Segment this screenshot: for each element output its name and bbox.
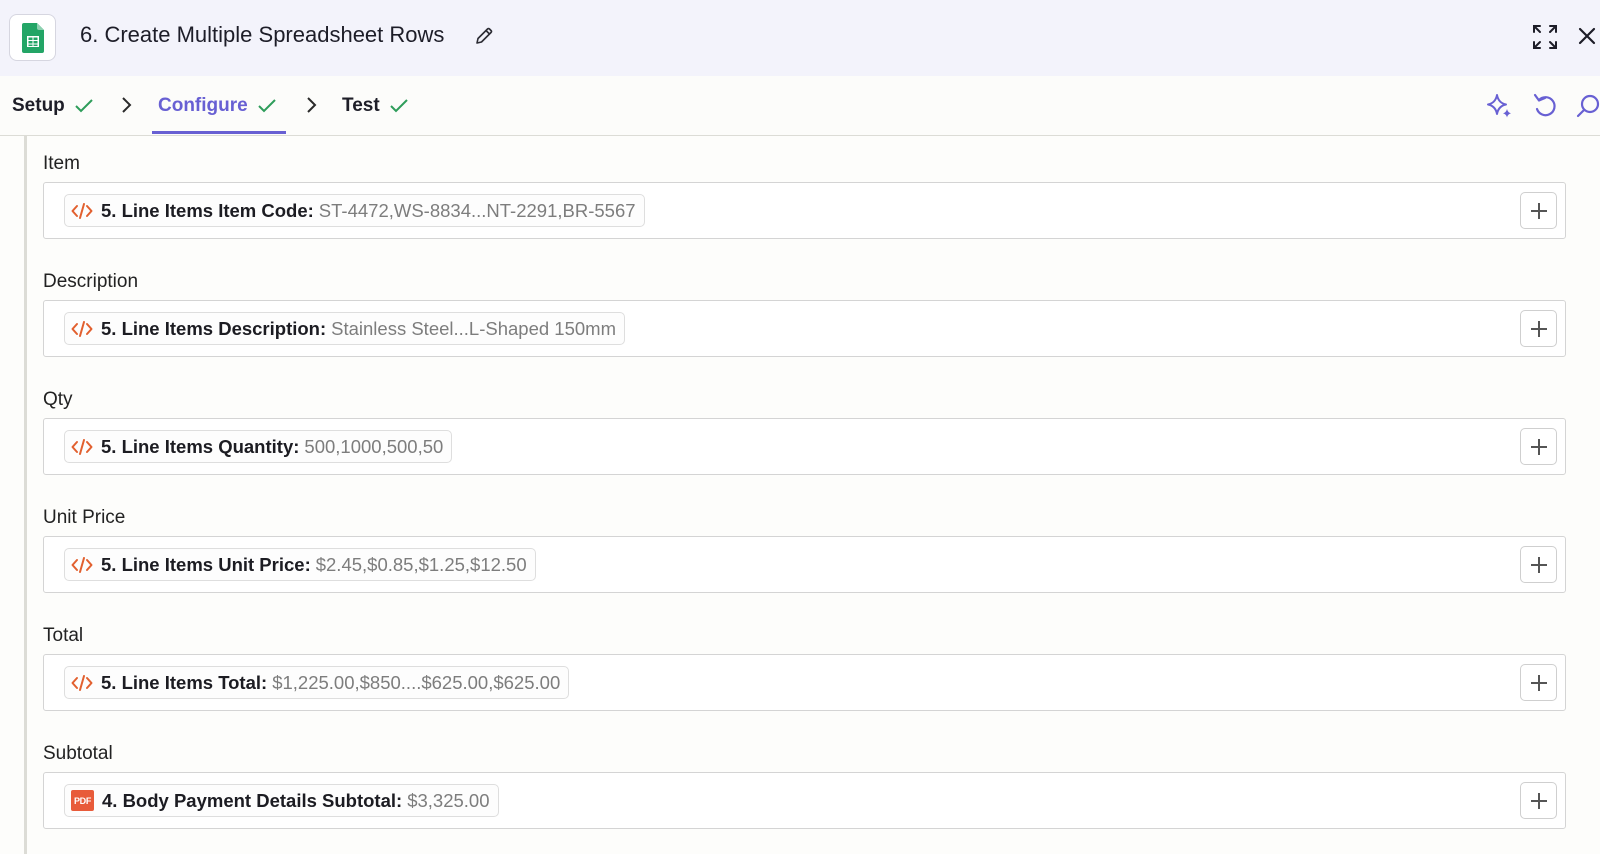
tab-label: Configure xyxy=(158,95,248,116)
field-label-qty: Qty xyxy=(43,389,73,410)
code-icon xyxy=(71,202,93,220)
mapped-value-pill[interactable]: PDF 4. Body Payment Details Subtotal: $3… xyxy=(64,784,499,817)
mapped-value-pill[interactable]: 5. Line Items Unit Price: $2.45,$0.85,$1… xyxy=(64,548,536,581)
plus-icon xyxy=(1530,202,1547,219)
pill-value: $2.45,$0.85,$1.25,$12.50 xyxy=(315,553,527,575)
pill-key: 5. Line Items Quantity: xyxy=(101,435,300,457)
tab-label: Test xyxy=(342,95,380,116)
pill-value: Stainless Steel...L-Shaped 150mm xyxy=(331,317,616,339)
tab-configure[interactable]: Configure xyxy=(158,95,276,117)
pill-key: 5. Line Items Total: xyxy=(101,671,268,693)
plus-icon xyxy=(1530,320,1547,337)
plus-icon xyxy=(1530,792,1547,809)
code-icon xyxy=(71,438,93,456)
mapped-value-pill[interactable]: 5. Line Items Item Code: ST-4472,WS-8834… xyxy=(64,194,645,227)
pill-value: $3,325.00 xyxy=(407,789,490,811)
pill-value: $1,225.00,$850....$625.00,$625.00 xyxy=(272,671,561,693)
pill-value: ST-4472,WS-8834...NT-2291,BR-5567 xyxy=(318,199,636,221)
pdf-icon: PDF xyxy=(71,790,94,811)
mapped-value-pill[interactable]: 5. Line Items Description: Stainless Ste… xyxy=(64,312,625,345)
pdf-badge-label: PDF xyxy=(71,790,94,811)
add-button[interactable] xyxy=(1520,546,1557,583)
field-label-item: Item xyxy=(43,153,80,174)
step-rail xyxy=(24,136,27,854)
pill-key: 4. Body Payment Details Subtotal: xyxy=(102,789,403,811)
plus-icon xyxy=(1530,438,1547,455)
add-button[interactable] xyxy=(1520,782,1557,819)
plus-icon xyxy=(1530,556,1547,573)
check-icon xyxy=(258,99,276,113)
tab-setup[interactable]: Setup xyxy=(12,95,93,117)
close-icon[interactable] xyxy=(1578,27,1596,45)
field-input-qty[interactable]: 5. Line Items Quantity: 500,1000,500,50 xyxy=(43,418,1566,475)
add-button[interactable] xyxy=(1520,310,1557,347)
code-icon xyxy=(71,674,93,692)
search-icon[interactable] xyxy=(1576,92,1600,120)
plus-icon xyxy=(1530,674,1547,691)
field-input-unit-price[interactable]: 5. Line Items Unit Price: $2.45,$0.85,$1… xyxy=(43,536,1566,593)
code-icon xyxy=(71,320,93,338)
chevron-right-icon xyxy=(122,97,132,113)
step-header: 6. Create Multiple Spreadsheet Rows xyxy=(0,0,1600,76)
field-input-total[interactable]: 5. Line Items Total: $1,225.00,$850....$… xyxy=(43,654,1566,711)
add-button[interactable] xyxy=(1520,192,1557,229)
field-label-description: Description xyxy=(43,271,139,292)
field-label-subtotal: Subtotal xyxy=(43,743,113,764)
expand-icon[interactable] xyxy=(1532,24,1558,50)
pill-value: 500,1000,500,50 xyxy=(304,435,444,457)
field-input-item[interactable]: 5. Line Items Item Code: ST-4472,WS-8834… xyxy=(43,182,1566,239)
undo-icon[interactable] xyxy=(1532,92,1558,120)
field-input-subtotal[interactable]: PDF 4. Body Payment Details Subtotal: $3… xyxy=(43,772,1566,829)
field-input-description[interactable]: 5. Line Items Description: Stainless Ste… xyxy=(43,300,1566,357)
step-title[interactable]: 6. Create Multiple Spreadsheet Rows xyxy=(80,22,444,48)
mapped-value-pill[interactable]: 5. Line Items Total: $1,225.00,$850....$… xyxy=(64,666,570,699)
code-icon xyxy=(71,556,93,574)
tab-test[interactable]: Test xyxy=(342,95,408,117)
app-tile xyxy=(9,14,56,61)
pencil-icon[interactable] xyxy=(474,26,494,46)
ai-sparkle-icon[interactable] xyxy=(1486,92,1514,120)
google-sheets-icon xyxy=(22,23,44,53)
field-label-unit-price: Unit Price xyxy=(43,507,126,528)
mapped-value-pill[interactable]: 5. Line Items Quantity: 500,1000,500,50 xyxy=(64,430,453,463)
check-icon xyxy=(75,99,93,113)
field-label-total: Total xyxy=(43,625,84,646)
pill-key: 5. Line Items Unit Price: xyxy=(101,553,311,575)
active-tab-indicator xyxy=(152,131,286,134)
add-button[interactable] xyxy=(1520,428,1557,465)
tab-label: Setup xyxy=(12,95,65,116)
check-icon xyxy=(389,99,408,113)
pill-key: 5. Line Items Description: xyxy=(101,317,327,339)
add-button[interactable] xyxy=(1520,664,1557,701)
chevron-right-icon xyxy=(307,97,317,113)
pill-key: 5. Line Items Item Code: xyxy=(101,199,314,221)
step-tabs: Setup Configure Test xyxy=(0,76,1600,136)
